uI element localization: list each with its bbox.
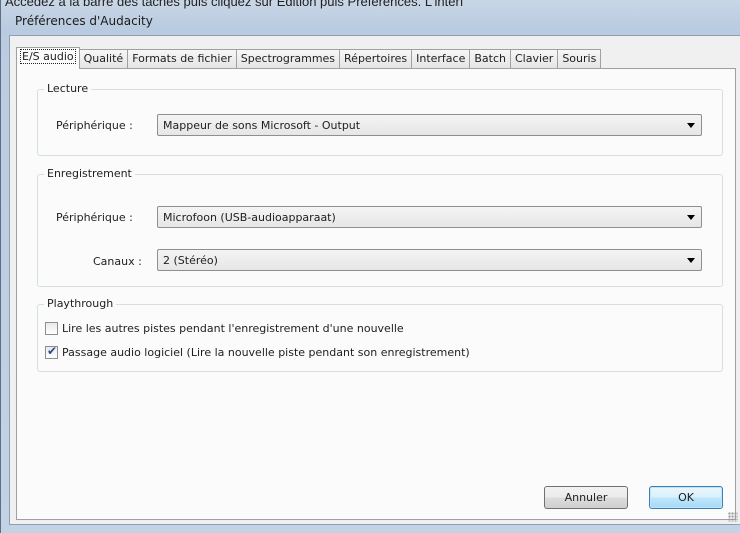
- recording-device-label: Périphérique :: [56, 211, 133, 224]
- recording-device-value: Microfoon (USB-audioapparaat): [163, 211, 336, 224]
- ok-button[interactable]: OK: [649, 486, 723, 509]
- background-caption: Accédez à la barre des tâches puis cliqu…: [5, 0, 464, 9]
- tab-mouse[interactable]: Souris: [558, 49, 602, 69]
- audio-io-panel: Lecture Périphérique : Mappeur de sons M…: [16, 68, 736, 520]
- playback-device-select[interactable]: Mappeur de sons Microsoft - Output: [157, 114, 702, 136]
- playthrough-group: Playthrough Lire les autres pistes penda…: [37, 297, 723, 372]
- channels-select[interactable]: 2 (Stéréo): [157, 249, 702, 271]
- software-playthrough-label: Passage audio logiciel (Lire la nouvelle…: [62, 346, 470, 359]
- play-other-tracks-checkbox[interactable]: [45, 322, 58, 335]
- recording-device-select[interactable]: Microfoon (USB-audioapparaat): [157, 206, 702, 228]
- playthrough-group-title: Playthrough: [44, 297, 117, 310]
- play-other-tracks-label: Lire les autres pistes pendant l'enregis…: [62, 322, 404, 335]
- channels-label: Canaux :: [93, 255, 142, 268]
- play-other-tracks-option[interactable]: Lire les autres pistes pendant l'enregis…: [45, 322, 404, 335]
- tab-keyboard[interactable]: Clavier: [510, 49, 559, 69]
- tab-directories[interactable]: Répertoires: [340, 49, 413, 69]
- recording-group-title: Enregistrement: [44, 167, 135, 180]
- tab-file-formats[interactable]: Formats de fichier: [128, 49, 237, 69]
- chevron-down-icon: [687, 123, 695, 128]
- tab-strip: E/S audio Qualité Formats de fichier Spe…: [16, 47, 602, 69]
- chevron-down-icon: [687, 258, 695, 263]
- tab-interface[interactable]: Interface: [412, 49, 471, 69]
- recording-group: Enregistrement Périphérique : Microfoon …: [37, 167, 723, 287]
- playback-group: Lecture Périphérique : Mappeur de sons M…: [37, 82, 723, 156]
- tab-audio-io[interactable]: E/S audio: [16, 47, 80, 69]
- playback-group-title: Lecture: [44, 82, 92, 95]
- tab-spectrograms[interactable]: Spectrogrammes: [236, 49, 341, 69]
- software-playthrough-checkbox[interactable]: ✔: [45, 344, 58, 359]
- chevron-down-icon: [687, 215, 695, 220]
- window-title: Préférences d'Audacity: [15, 14, 153, 28]
- software-playthrough-option[interactable]: ✔ Passage audio logiciel (Lire la nouvel…: [45, 344, 470, 359]
- checkmark-icon: ✔: [47, 344, 58, 358]
- cancel-button[interactable]: Annuler: [544, 486, 628, 509]
- tab-quality[interactable]: Qualité: [79, 49, 129, 69]
- channels-value: 2 (Stéréo): [163, 254, 218, 267]
- dialog-client-area: E/S audio Qualité Formats de fichier Spe…: [9, 35, 740, 525]
- tab-batch[interactable]: Batch: [470, 49, 511, 69]
- playback-device-value: Mappeur de sons Microsoft - Output: [163, 119, 361, 132]
- resize-grip-icon[interactable]: [728, 512, 738, 522]
- preferences-window: Accédez à la barre des tâches puis cliqu…: [0, 0, 740, 533]
- playback-device-label: Périphérique :: [56, 119, 133, 132]
